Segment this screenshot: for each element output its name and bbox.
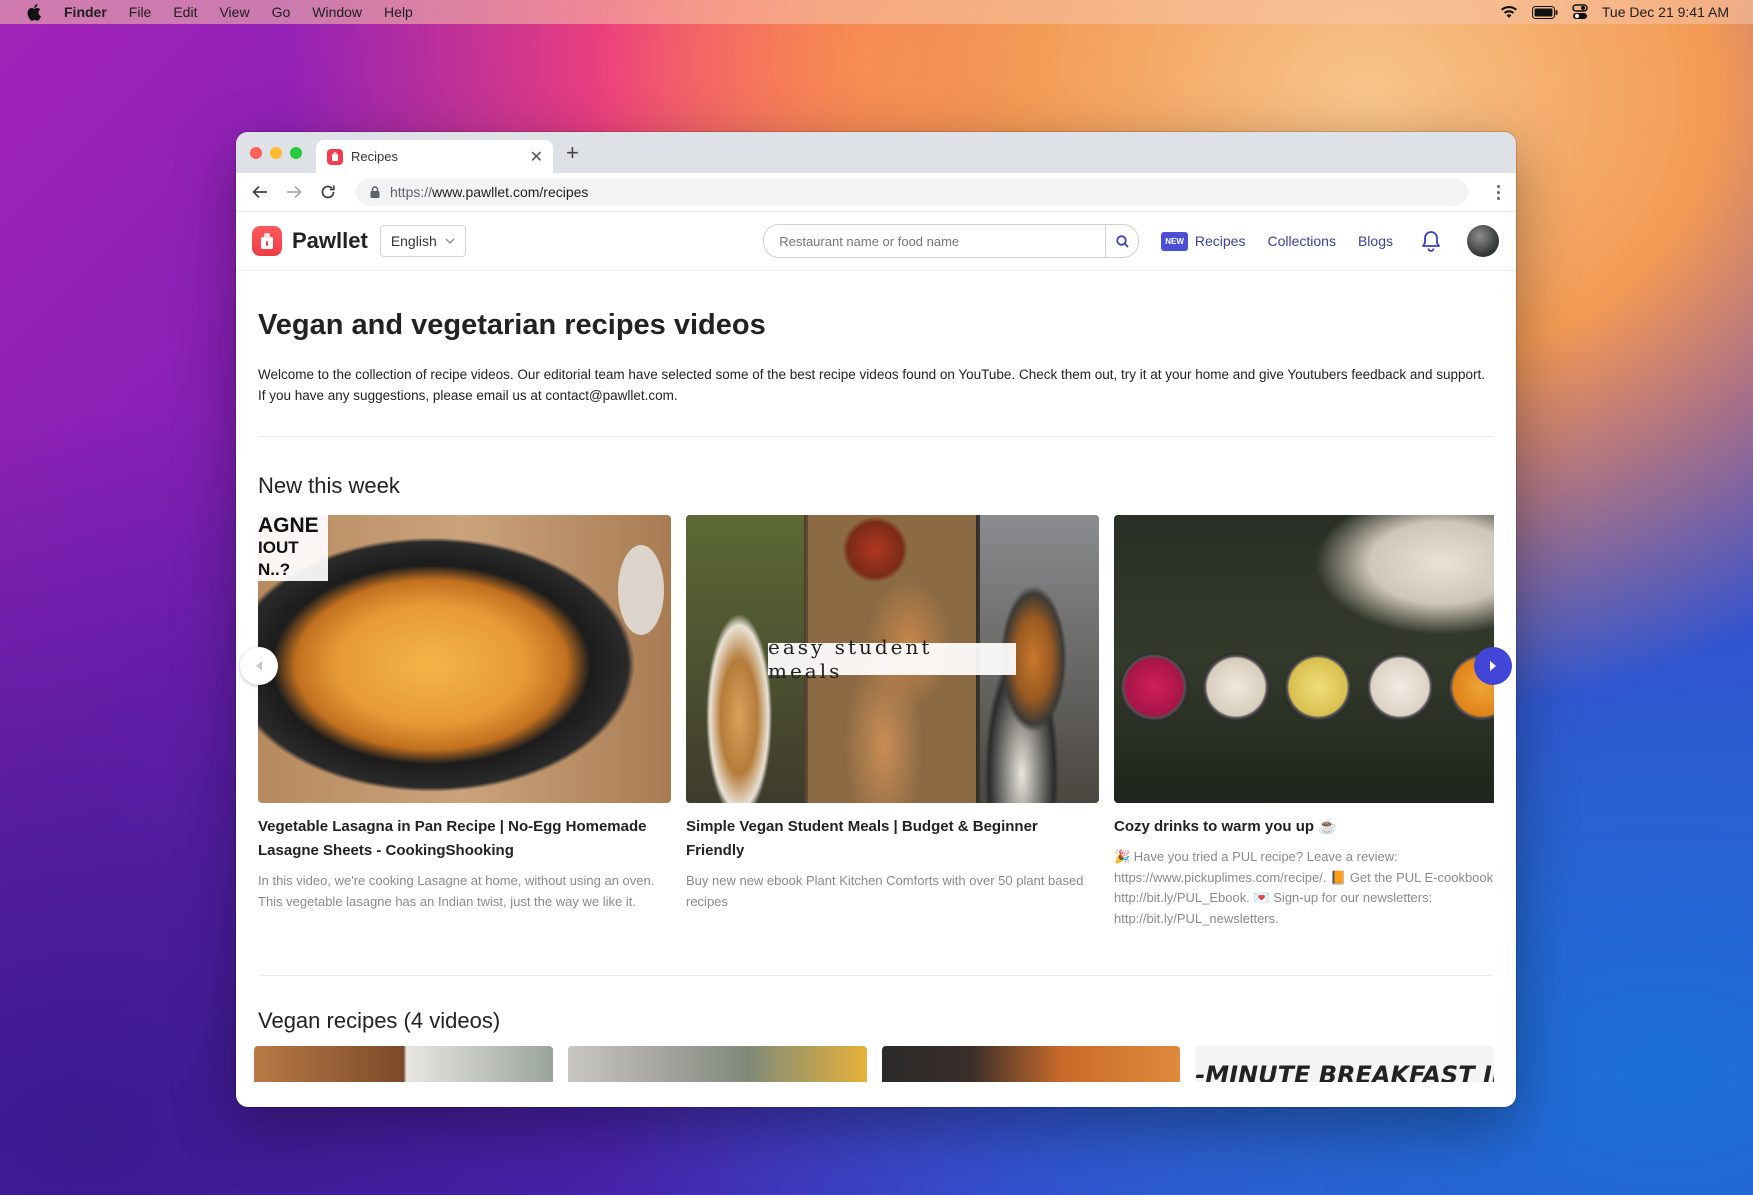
main-nav: NEW Recipes Collections Blogs [1161, 231, 1415, 251]
menubar-status-area: Tue Dec 21 9:41 AM [1500, 4, 1729, 20]
video-card[interactable]: easy student meals Simple Vegan Student … [686, 515, 1099, 929]
thumb-text: IOUT [258, 538, 299, 557]
forward-icon[interactable] [284, 185, 304, 199]
reload-icon[interactable] [318, 184, 338, 200]
minimize-window-button[interactable] [270, 147, 282, 159]
menu-go[interactable]: Go [272, 4, 291, 20]
window-controls [250, 147, 302, 159]
favicon-icon [327, 148, 343, 165]
video-title[interactable]: Cozy drinks to warm you up ☕ [1114, 815, 1494, 839]
search-input[interactable] [764, 225, 1106, 257]
apple-icon[interactable] [24, 1, 46, 23]
new-badge: NEW [1161, 231, 1188, 251]
page-title: Vegan and vegetarian recipes videos [258, 309, 766, 341]
address-bar[interactable]: https:// www.pawllet.com/recipes [356, 178, 1468, 206]
new-tab-button[interactable]: + [566, 140, 579, 166]
site-header: Pawllet English NEW Recipes Collections … [236, 212, 1516, 271]
intro-text: Welcome to the collection of recipe vide… [258, 367, 1485, 403]
video-title[interactable]: Simple Vegan Student Meals | Budget & Be… [686, 815, 1099, 863]
video-card[interactable]: AGNE IOUT N..? Vegetable Lasagna in Pan … [258, 515, 671, 929]
language-select[interactable]: English [379, 225, 466, 257]
thumb-text: AGNE [258, 515, 319, 537]
close-window-button[interactable] [250, 147, 262, 159]
nav-recipes[interactable]: Recipes [1195, 233, 1246, 249]
carousel-vegan: -MINUTE BREAKFAST IDEA [254, 1046, 1494, 1082]
video-title[interactable]: Vegetable Lasagna in Pan Recipe | No-Egg… [258, 815, 671, 863]
video-card[interactable]: Cozy drinks to warm you up ☕ 🎉 Have you … [1114, 515, 1494, 929]
carousel-next-button[interactable] [1474, 647, 1512, 685]
language-value: English [390, 233, 437, 249]
brand-name[interactable]: Pawllet [292, 228, 368, 254]
video-description: 🎉 Have you tried a PUL recipe? Leave a r… [1114, 849, 1494, 926]
notification-bell-icon[interactable] [1421, 230, 1441, 252]
section-title-new: New this week [258, 473, 400, 498]
avatar[interactable] [1467, 225, 1499, 257]
menu-file[interactable]: File [129, 4, 152, 20]
back-icon[interactable] [250, 185, 270, 199]
video-thumbnail[interactable] [567, 1046, 867, 1082]
video-thumbnail[interactable] [254, 1046, 553, 1082]
tab-title: Recipes [351, 149, 398, 164]
section-title-vegan: Vegan recipes (4 videos) [258, 1008, 501, 1033]
divider [258, 436, 1494, 437]
video-description: Buy new new ebook Plant Kitchen Comforts… [686, 873, 1084, 909]
carousel-new-this-week: AGNE IOUT N..? Vegetable Lasagna in Pan … [240, 515, 1512, 929]
menu-help[interactable]: Help [384, 4, 413, 20]
video-thumbnail[interactable]: easy student meals [686, 515, 1099, 803]
tab-strip: Recipes ✕ + [236, 132, 1516, 173]
chevron-left-icon [256, 661, 262, 671]
pawllet-logo-icon[interactable] [252, 226, 282, 256]
thumb-text: -MINUTE BREAKFAST IDEA [1195, 1061, 1494, 1082]
battery-icon[interactable] [1531, 5, 1558, 19]
nav-blogs[interactable]: Blogs [1358, 233, 1393, 249]
video-thumbnail[interactable]: AGNE IOUT N..? [258, 515, 671, 803]
browser-window: Recipes ✕ + https:// www.pawllet.com/rec… [236, 132, 1516, 1107]
menu-window[interactable]: Window [312, 4, 362, 20]
menu-finder[interactable]: Finder [64, 4, 107, 20]
menu-view[interactable]: View [219, 4, 249, 20]
search-icon [1116, 234, 1129, 248]
lock-icon[interactable] [370, 186, 380, 198]
browser-menu-icon[interactable] [1497, 184, 1500, 200]
main-content: Vegan and vegetarian recipes videos Welc… [236, 309, 1516, 1082]
url-scheme: https:// [390, 184, 433, 200]
divider [258, 975, 1494, 976]
web-page: Pawllet English NEW Recipes Collections … [236, 212, 1516, 1107]
video-description: In this video, we're cooking Lasagne at … [258, 873, 655, 909]
video-thumbnail[interactable] [1114, 515, 1494, 803]
menu-edit[interactable]: Edit [173, 4, 197, 20]
control-center-icon[interactable] [1572, 4, 1588, 20]
url-host-path: www.pawllet.com/recipes [432, 184, 589, 200]
menu-bar: Finder File Edit View Go Window Help Tue… [0, 0, 1753, 24]
video-thumbnail[interactable] [881, 1046, 1181, 1082]
thumb-caption: easy student meals [768, 635, 1016, 683]
chevron-down-icon [445, 238, 455, 244]
wifi-icon[interactable] [1500, 5, 1518, 19]
search-bar [763, 224, 1140, 258]
tab-recipes[interactable]: Recipes ✕ [316, 140, 553, 173]
clock[interactable]: Tue Dec 21 9:41 AM [1602, 4, 1729, 20]
browser-toolbar: https:// www.pawllet.com/recipes [236, 173, 1516, 212]
close-tab-icon[interactable]: ✕ [530, 147, 543, 167]
thumb-text: N..? [258, 560, 291, 579]
nav-collections[interactable]: Collections [1267, 233, 1335, 249]
video-thumbnail[interactable]: -MINUTE BREAKFAST IDEA [1195, 1046, 1494, 1082]
search-button[interactable] [1105, 225, 1138, 257]
zoom-window-button[interactable] [290, 147, 302, 159]
carousel-prev-button[interactable] [240, 647, 278, 685]
chevron-right-icon [1490, 661, 1496, 671]
